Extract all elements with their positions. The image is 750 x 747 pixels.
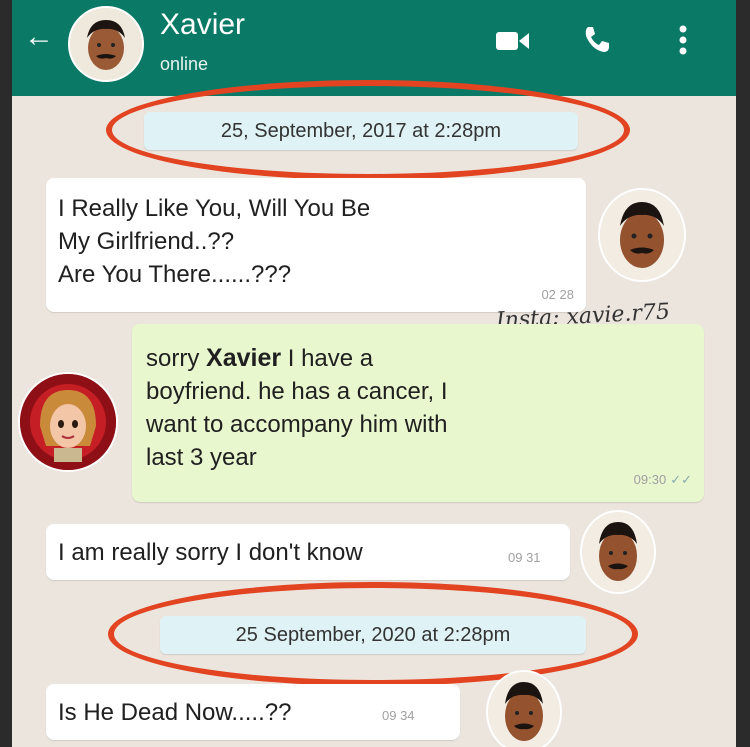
man-face-icon (488, 672, 560, 747)
message-text: Is He Dead Now.....?? (58, 699, 292, 726)
message-text: I am really sorry I don't know (58, 539, 363, 566)
double-tick-icon: ✓✓ (670, 472, 692, 487)
message-time: 09 31 (508, 550, 541, 565)
sender-avatar (580, 510, 656, 594)
phone-icon[interactable] (582, 24, 612, 54)
sender-avatar (486, 670, 562, 747)
message-time: 09:30 ✓✓ (634, 472, 692, 488)
back-arrow-icon[interactable]: ← (24, 22, 54, 52)
chat-screen: ← Xavier online 25, September, 2017 at 2… (12, 0, 736, 747)
message-time: 09 34 (382, 708, 415, 723)
message-time: 02 28 (541, 287, 574, 302)
contact-avatar[interactable] (68, 6, 144, 82)
message-time-value: 09:30 (633, 472, 667, 487)
message-bubble-incoming[interactable]: I am really sorry I don't know 09 31 (46, 524, 570, 580)
contact-name[interactable]: Xavier (160, 8, 245, 42)
message-text-part: sorry (146, 345, 200, 372)
man-face-icon (582, 512, 654, 592)
mentioned-name: Xavier (206, 344, 282, 372)
message-bubble-incoming[interactable]: Is He Dead Now.....?? 09 34 (46, 684, 460, 740)
man-face-icon (600, 190, 684, 280)
highlight-circle (106, 80, 630, 180)
more-vertical-icon[interactable] (678, 24, 688, 56)
sender-avatar (598, 188, 686, 282)
man-face-icon (70, 8, 142, 80)
cartoon-girl-icon (20, 374, 116, 470)
contact-status: online (160, 54, 209, 74)
message-text: I Really Like You, Will You Be My Girlfr… (58, 195, 371, 288)
message-bubble-incoming[interactable]: I Really Like You, Will You Be My Girlfr… (46, 178, 586, 312)
video-call-icon[interactable] (496, 30, 530, 52)
message-text: sorry Xavier I have a boyfriend. he has … (146, 342, 666, 474)
message-bubble-outgoing[interactable]: sorry Xavier I have a boyfriend. he has … (132, 324, 704, 502)
highlight-circle (108, 582, 638, 686)
girl-avatar (18, 372, 118, 472)
